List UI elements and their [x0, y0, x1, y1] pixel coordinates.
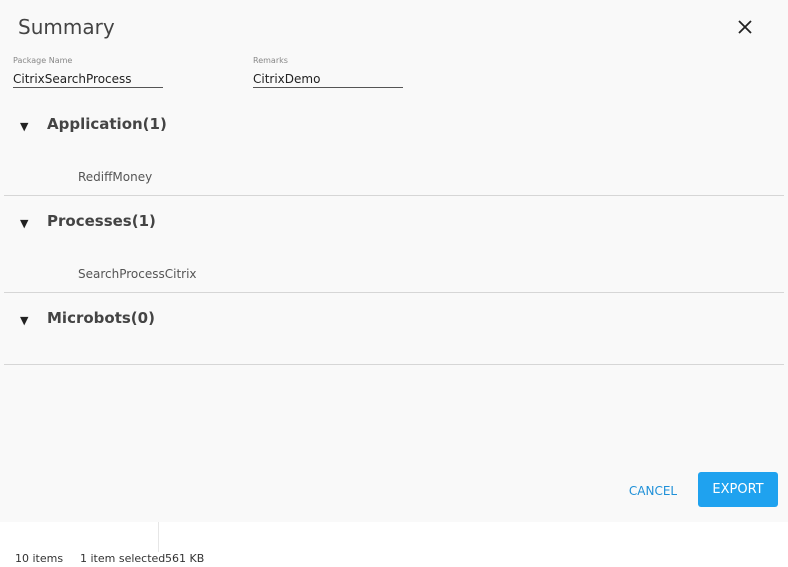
section-microbots-header[interactable]: ▼ Microbots(0)	[0, 308, 784, 332]
section-application-header[interactable]: ▼ Application(1)	[0, 114, 784, 138]
summary-dialog: Summary Package Name Remarks ▼ Applicati…	[0, 0, 788, 522]
divider	[4, 292, 784, 293]
section-processes-header[interactable]: ▼ Processes(1)	[0, 211, 784, 235]
status-selection: 1 item selected	[80, 552, 166, 565]
remarks-label: Remarks	[253, 56, 288, 65]
remarks-input[interactable]	[253, 70, 403, 88]
status-separator	[158, 522, 159, 552]
remarks-field: Remarks	[253, 56, 403, 88]
caret-down-icon: ▼	[20, 217, 29, 230]
status-items-count: 10 items	[15, 552, 64, 565]
divider	[4, 364, 784, 365]
section-application-title: Application(1)	[47, 115, 167, 133]
dialog-title: Summary	[18, 15, 115, 39]
package-name-label: Package Name	[13, 56, 73, 65]
divider	[4, 195, 784, 196]
package-name-field: Package Name	[13, 56, 163, 88]
export-button[interactable]: EXPORT	[698, 472, 778, 507]
list-item[interactable]: SearchProcessCitrix	[78, 267, 197, 281]
package-name-input[interactable]	[13, 70, 163, 88]
section-processes-title: Processes(1)	[47, 212, 156, 230]
status-bar: 10 items 1 item selected 561 KB	[0, 522, 788, 567]
caret-down-icon: ▼	[20, 314, 29, 327]
section-microbots-title: Microbots(0)	[47, 309, 155, 327]
caret-down-icon: ▼	[20, 120, 29, 133]
close-button[interactable]	[733, 15, 757, 39]
list-item[interactable]: RediffMoney	[78, 170, 152, 184]
close-icon	[738, 20, 752, 34]
cancel-button[interactable]: CANCEL	[620, 476, 686, 506]
status-size: 561 KB	[165, 552, 205, 565]
